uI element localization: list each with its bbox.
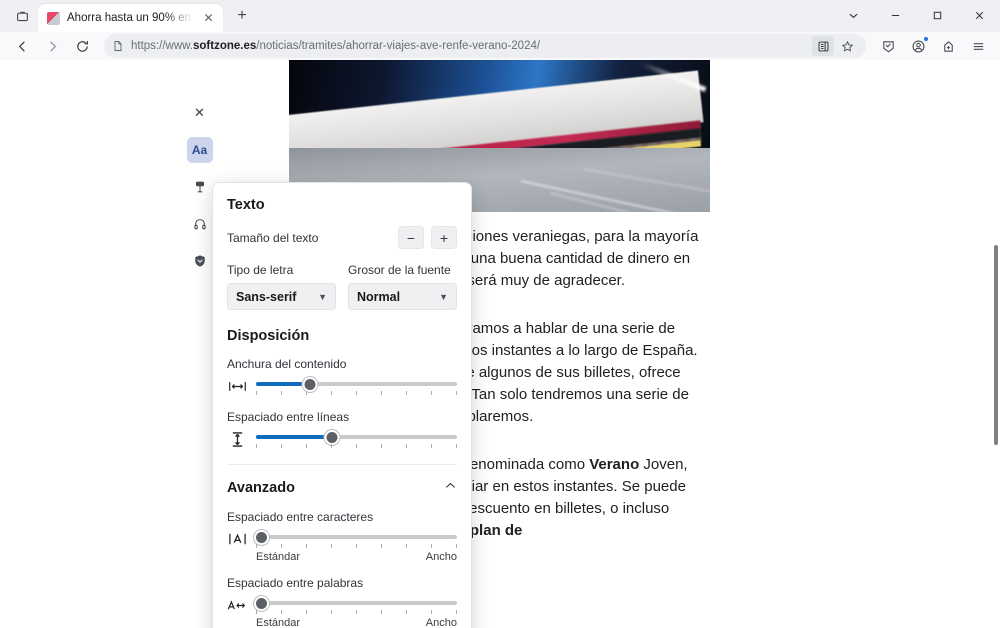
url-text: https://www.softzone.es/noticias/tramite…: [131, 40, 541, 52]
favorite-star-icon[interactable]: [836, 36, 858, 56]
content-width-icon: [227, 380, 247, 393]
word-spacing-slider-row: [227, 594, 457, 616]
tab-strip: Ahorra hasta un 90% en tus via ✕ +: [0, 0, 832, 32]
content-width-thumb: [302, 377, 318, 392]
char-spacing-thumb: [254, 530, 269, 545]
line-spacing-slider[interactable]: [256, 428, 457, 450]
layout-section-title: Disposición: [227, 328, 310, 344]
forward-icon[interactable]: [38, 34, 66, 58]
section-divider: [227, 464, 457, 465]
profile-icon[interactable]: [904, 34, 932, 58]
char-spacing-slider-row: [227, 528, 457, 550]
site-favicon: [47, 11, 60, 25]
address-bar[interactable]: https://www.softzone.es/noticias/tramite…: [104, 34, 866, 58]
maximize-icon[interactable]: [916, 0, 958, 30]
page-info-icon: [114, 41, 122, 51]
increase-text-size-button[interactable]: +: [431, 226, 457, 249]
navigation-toolbar: https://www.softzone.es/noticias/tramite…: [0, 32, 1000, 60]
collections-icon[interactable]: [874, 34, 902, 58]
char-spacing-min-label: Estándar: [256, 551, 301, 563]
font-type-select[interactable]: Sans-serif ▼: [227, 283, 336, 310]
browser-window: Ahorra hasta un 90% en tus via ✕ +: [0, 0, 1000, 628]
advanced-section-header[interactable]: Avanzado: [227, 479, 457, 497]
read-aloud-headphones-icon[interactable]: [187, 211, 213, 237]
close-icon[interactable]: ✕: [200, 10, 217, 27]
chevron-down-icon: ▼: [318, 291, 327, 302]
page-scrollbar[interactable]: [994, 245, 998, 445]
font-weight-label: Grosor de la fuente: [348, 263, 451, 277]
omnibox-actions: [812, 36, 858, 56]
chevron-down-icon[interactable]: [832, 0, 874, 30]
font-type-label: Tipo de letra: [227, 263, 294, 277]
font-type-group: Tipo de letra Sans-serif ▼: [227, 263, 336, 310]
content-width-slider-row: [227, 375, 457, 397]
font-weight-select[interactable]: Normal ▼: [348, 283, 457, 310]
char-spacing-slider[interactable]: [254, 528, 457, 550]
char-spacing-range-labels: Estándar Ancho: [256, 551, 457, 563]
content-width-label: Anchura del contenido: [227, 357, 347, 371]
text-preferences-icon[interactable]: Aa: [186, 137, 213, 163]
chevron-up-icon[interactable]: [444, 479, 457, 497]
word-spacing-icon: [227, 599, 247, 612]
profile-notification-badge: [923, 36, 929, 42]
font-selectors: Tipo de letra Sans-serif ▼ Grosor de la …: [227, 263, 457, 310]
line-spacing-fill: [256, 435, 333, 439]
font-weight-group: Grosor de la fuente Normal ▼: [348, 263, 457, 310]
advanced-section-title: Avanzado: [227, 480, 295, 496]
word-spacing-range-labels: Estándar Ancho: [256, 617, 457, 628]
reload-icon[interactable]: [68, 34, 96, 58]
character-spacing-icon: [227, 532, 247, 546]
grammar-tools-icon[interactable]: [187, 174, 213, 200]
close-window-icon[interactable]: [958, 0, 1000, 30]
tab-search-icon[interactable]: [8, 3, 36, 29]
toolbar-actions: [874, 34, 992, 58]
line-spacing-label: Espaciado entre líneas: [227, 410, 350, 424]
tab-title: Ahorra hasta un 90% en tus via: [67, 12, 193, 24]
browser-tab[interactable]: Ahorra hasta un 90% en tus via ✕: [38, 4, 223, 32]
line-spacing-slider-row: [227, 428, 457, 450]
text-section-title: Texto: [227, 197, 265, 213]
settings-menu-icon[interactable]: [964, 34, 992, 58]
line-spacing-icon: [227, 431, 247, 448]
line-spacing-thumb: [324, 430, 340, 445]
reader-tools-rail: ✕ Aa: [186, 100, 213, 274]
add-favorite-icon[interactable]: [934, 34, 962, 58]
font-weight-value: Normal: [357, 289, 401, 304]
window-controls: [832, 0, 1000, 32]
char-spacing-label: Espaciado entre caracteres: [227, 510, 374, 524]
text-size-label: Tamaño del texto: [227, 230, 319, 245]
font-type-value: Sans-serif: [236, 289, 297, 304]
text-preferences-panel: Texto Tamaño del texto − + Tipo de letra…: [212, 182, 472, 628]
reading-view-icon[interactable]: [812, 36, 834, 56]
text-size-stepper: − +: [398, 226, 457, 249]
back-icon[interactable]: [8, 34, 36, 58]
title-bar: Ahorra hasta un 90% en tus via ✕ +: [0, 0, 1000, 32]
focus-mode-shield-icon[interactable]: [187, 248, 213, 274]
word-spacing-max-label: Ancho: [425, 617, 457, 628]
page-viewport: Con la llegada de las vacaciones veranie…: [0, 60, 1000, 628]
close-reader-tools-icon[interactable]: ✕: [187, 100, 213, 126]
word-spacing-min-label: Estándar: [256, 617, 301, 628]
char-spacing-max-label: Ancho: [425, 551, 457, 563]
decrease-text-size-button[interactable]: −: [398, 226, 424, 249]
chevron-down-icon: ▼: [439, 291, 448, 302]
word-spacing-slider[interactable]: [254, 594, 457, 616]
content-width-slider[interactable]: [256, 375, 457, 397]
new-tab-button[interactable]: +: [229, 3, 255, 29]
word-spacing-thumb: [254, 596, 269, 611]
word-spacing-label: Espaciado entre palabras: [227, 576, 364, 590]
text-size-row: Tamaño del texto − +: [227, 226, 457, 249]
minimize-icon[interactable]: [874, 0, 916, 30]
